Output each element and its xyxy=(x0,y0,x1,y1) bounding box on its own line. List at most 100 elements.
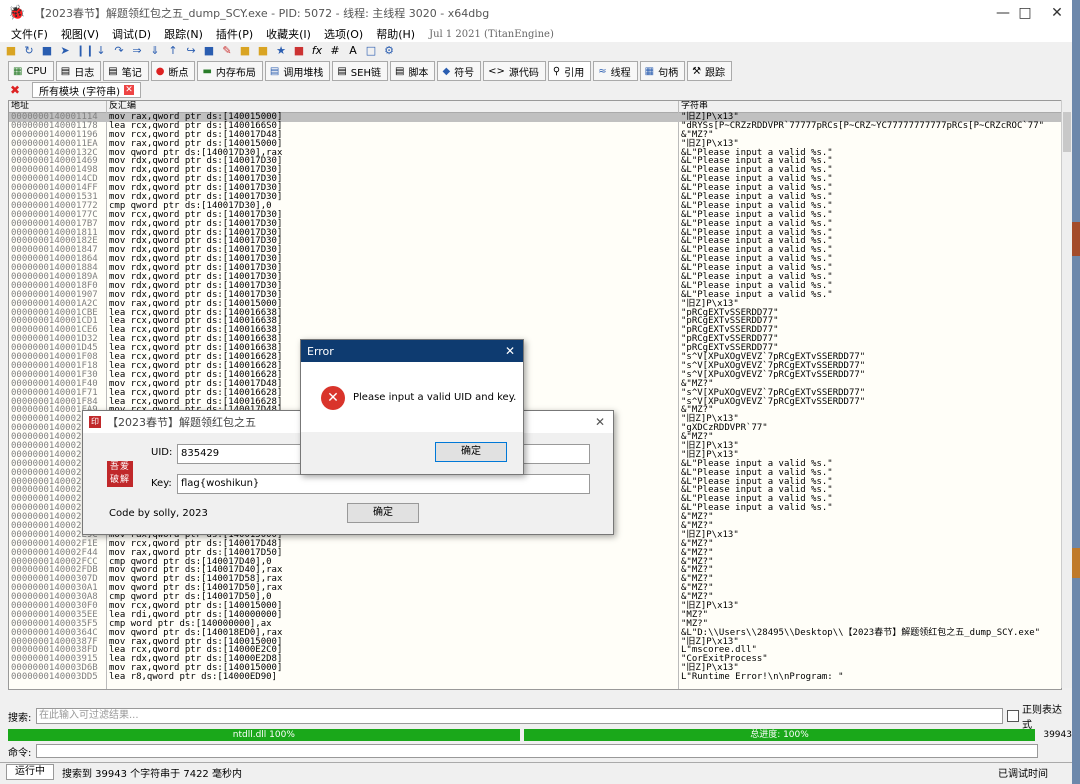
search-bar: 搜索: 在此输入可过滤结果... 正则表达式 xyxy=(8,705,1072,731)
trace-into-icon[interactable]: ⇒ xyxy=(130,44,144,58)
app-ok-button[interactable]: 确定 xyxy=(347,503,419,523)
font-icon[interactable]: A xyxy=(346,44,360,58)
trace-over-icon[interactable]: ⇓ xyxy=(148,44,162,58)
search-input[interactable]: 在此输入可过滤结果... xyxy=(35,708,1004,724)
reference-subtabs: ✖ 所有模块 (字符串) ✕ xyxy=(8,82,1068,98)
menu-debug[interactable]: 调试(D) xyxy=(112,26,151,42)
tab-label: 线程 xyxy=(610,67,631,79)
handle-icon: ▦ xyxy=(644,65,655,77)
error-icon: ✕ xyxy=(321,386,345,410)
reference-icon: ⚲ xyxy=(552,65,561,77)
close-all-icon[interactable]: ✖ xyxy=(8,83,22,97)
label-icon[interactable]: ■ xyxy=(256,44,270,58)
tab-log[interactable]: ▤ 日志 xyxy=(55,61,102,81)
scroll-thumb[interactable] xyxy=(1063,112,1071,152)
command-label: 命令: xyxy=(8,747,32,759)
header-disasm[interactable]: 反汇编 xyxy=(109,101,136,112)
tab-label: 调用堆栈 xyxy=(283,67,324,79)
debug-time: 已调试时间 xyxy=(998,768,1048,780)
command-input[interactable] xyxy=(36,744,1038,758)
subtab-all-modules-strings[interactable]: 所有模块 (字符串) ✕ xyxy=(32,82,141,98)
settings-icon[interactable]: ⚙ xyxy=(382,44,396,58)
function-icon[interactable]: fx xyxy=(310,44,324,58)
progress-bars: ntdll.dll 100% 总进度: 100% 39943 xyxy=(8,729,1072,741)
tab-label: 笔记 xyxy=(121,67,142,79)
error-dialog-footer: 确定 xyxy=(301,432,523,474)
menu-plugins[interactable]: 插件(P) xyxy=(216,26,253,42)
scylla-icon[interactable]: ■ xyxy=(202,44,216,58)
stop-icon[interactable]: ■ xyxy=(40,44,54,58)
tab-memory-map[interactable]: ▬ 内存布局 xyxy=(197,61,263,81)
symbol-icon: ◆ xyxy=(442,65,451,77)
close-icon[interactable]: ✕ xyxy=(123,85,134,95)
vertical-scrollbar[interactable] xyxy=(1061,100,1072,688)
seal-icon: 印 xyxy=(89,416,101,428)
tab-breakpoints[interactable]: ● 断点 xyxy=(150,61,196,81)
step-into-icon[interactable]: ↓ xyxy=(94,44,108,58)
tab-label: 句柄 xyxy=(658,67,679,79)
toolbar: ■ ↻ ■ ➤ ❙❙ ↓ ↷ ⇒ ⇓ ↑ ↪ ■ ✎ ■ ■ ★ ■ fx # … xyxy=(0,42,1072,60)
pause-icon[interactable]: ❙❙ xyxy=(76,44,94,58)
tab-call-stack[interactable]: ▤ 调用堆栈 xyxy=(264,61,331,81)
error-dialog-titlebar: Error ✕ xyxy=(301,340,523,362)
seh-icon: ▤ xyxy=(337,65,347,77)
tab-label: 源代码 xyxy=(508,67,539,79)
menu-options[interactable]: 选项(O) xyxy=(324,26,363,42)
tab-seh[interactable]: ▤ SEH链 xyxy=(332,61,388,81)
tab-label: CPU xyxy=(26,65,47,77)
tab-source[interactable]: <> 源代码 xyxy=(483,61,546,81)
memory-icon: ▬ xyxy=(202,65,212,77)
tab-trace[interactable]: ⚒ 跟踪 xyxy=(687,61,733,81)
tab-label: 引用 xyxy=(564,67,585,79)
calculator-icon[interactable]: □ xyxy=(364,44,378,58)
regex-checkbox[interactable] xyxy=(1007,710,1020,722)
tab-threads[interactable]: ≈ 线程 xyxy=(593,61,638,81)
restart-icon[interactable]: ↻ xyxy=(22,44,36,58)
execute-till-return-icon[interactable]: ↑ xyxy=(166,44,180,58)
row-string: "dRYSs[P~CRZzRDDVPR`77777pRCs[P~CRZ~YC77… xyxy=(681,120,1045,131)
error-ok-button[interactable]: 确定 xyxy=(435,442,507,462)
build-date: Jul 1 2021 (TitanEngine) xyxy=(429,28,554,40)
app-footer: Code by solly, 2023 xyxy=(109,508,208,519)
error-dialog-close[interactable]: ✕ xyxy=(505,344,515,358)
menu-help[interactable]: 帮助(H) xyxy=(376,26,415,42)
menu-file[interactable]: 文件(F) xyxy=(11,26,48,42)
comment-icon[interactable]: ■ xyxy=(238,44,252,58)
status-bar: 运行中 搜索到 39943 个字符串于 7422 毫秒内 已调试时间 xyxy=(0,762,1072,781)
log-icon: ▤ xyxy=(60,65,71,77)
window-title: 【2023春节】解题领红包之五_dump_SCY.exe - PID: 5072… xyxy=(34,7,490,20)
tab-symbols[interactable]: ◆ 符号 xyxy=(437,61,482,81)
run-to-user-icon[interactable]: ↪ xyxy=(184,44,198,58)
tab-handles[interactable]: ▦ 句柄 xyxy=(639,61,686,81)
highlight-icon[interactable]: ■ xyxy=(292,44,306,58)
error-message-area: ✕ Please input a valid UID and key. xyxy=(301,362,523,432)
tab-label: 符号 xyxy=(454,67,475,79)
menu-bar: 文件(F) 视图(V) 调试(D) 跟踪(N) 插件(P) 收藏夹(I) 选项(… xyxy=(0,26,1072,42)
subtab-label: 所有模块 (字符串) xyxy=(39,86,120,98)
desktop-icon[interactable] xyxy=(1072,548,1080,578)
tab-script[interactable]: ▤ 脚本 xyxy=(389,61,436,81)
run-icon[interactable]: ➤ xyxy=(58,44,72,58)
script-icon: ▤ xyxy=(394,65,405,77)
menu-trace[interactable]: 跟踪(N) xyxy=(164,26,203,42)
tab-cpu[interactable]: ▦ CPU xyxy=(8,61,54,81)
key-field[interactable]: flag{woshikun} xyxy=(177,474,590,494)
desktop-strip xyxy=(1072,0,1080,784)
open-icon[interactable]: ■ xyxy=(4,44,18,58)
table-row[interactable]: 0000000140003DD5 lea r8,qword ptr ds:[140… xyxy=(9,673,1061,682)
bookmark-icon[interactable]: ★ xyxy=(274,44,288,58)
tab-notes[interactable]: ▤ 笔记 xyxy=(103,61,149,81)
patch-icon[interactable]: ✎ xyxy=(220,44,234,58)
bug-icon: 🐞 xyxy=(8,5,26,21)
app-dialog-close[interactable]: ✕ xyxy=(595,415,605,429)
menu-favourites[interactable]: 收藏夹(I) xyxy=(266,26,311,42)
step-over-icon[interactable]: ↷ xyxy=(112,44,126,58)
header-address[interactable]: 地址 xyxy=(11,101,29,112)
references-table[interactable]: 地址 反汇编 字符串 0000000140001114 mov rax,qword… xyxy=(8,100,1062,690)
desktop-icon[interactable] xyxy=(1072,222,1080,256)
header-string[interactable]: 字符串 xyxy=(681,101,708,112)
tab-references[interactable]: ⚲ 引用 xyxy=(547,61,592,81)
hash-icon[interactable]: # xyxy=(328,44,342,58)
error-dialog: Error ✕ ✕ Please input a valid UID and k… xyxy=(300,339,524,475)
menu-view[interactable]: 视图(V) xyxy=(61,26,99,42)
